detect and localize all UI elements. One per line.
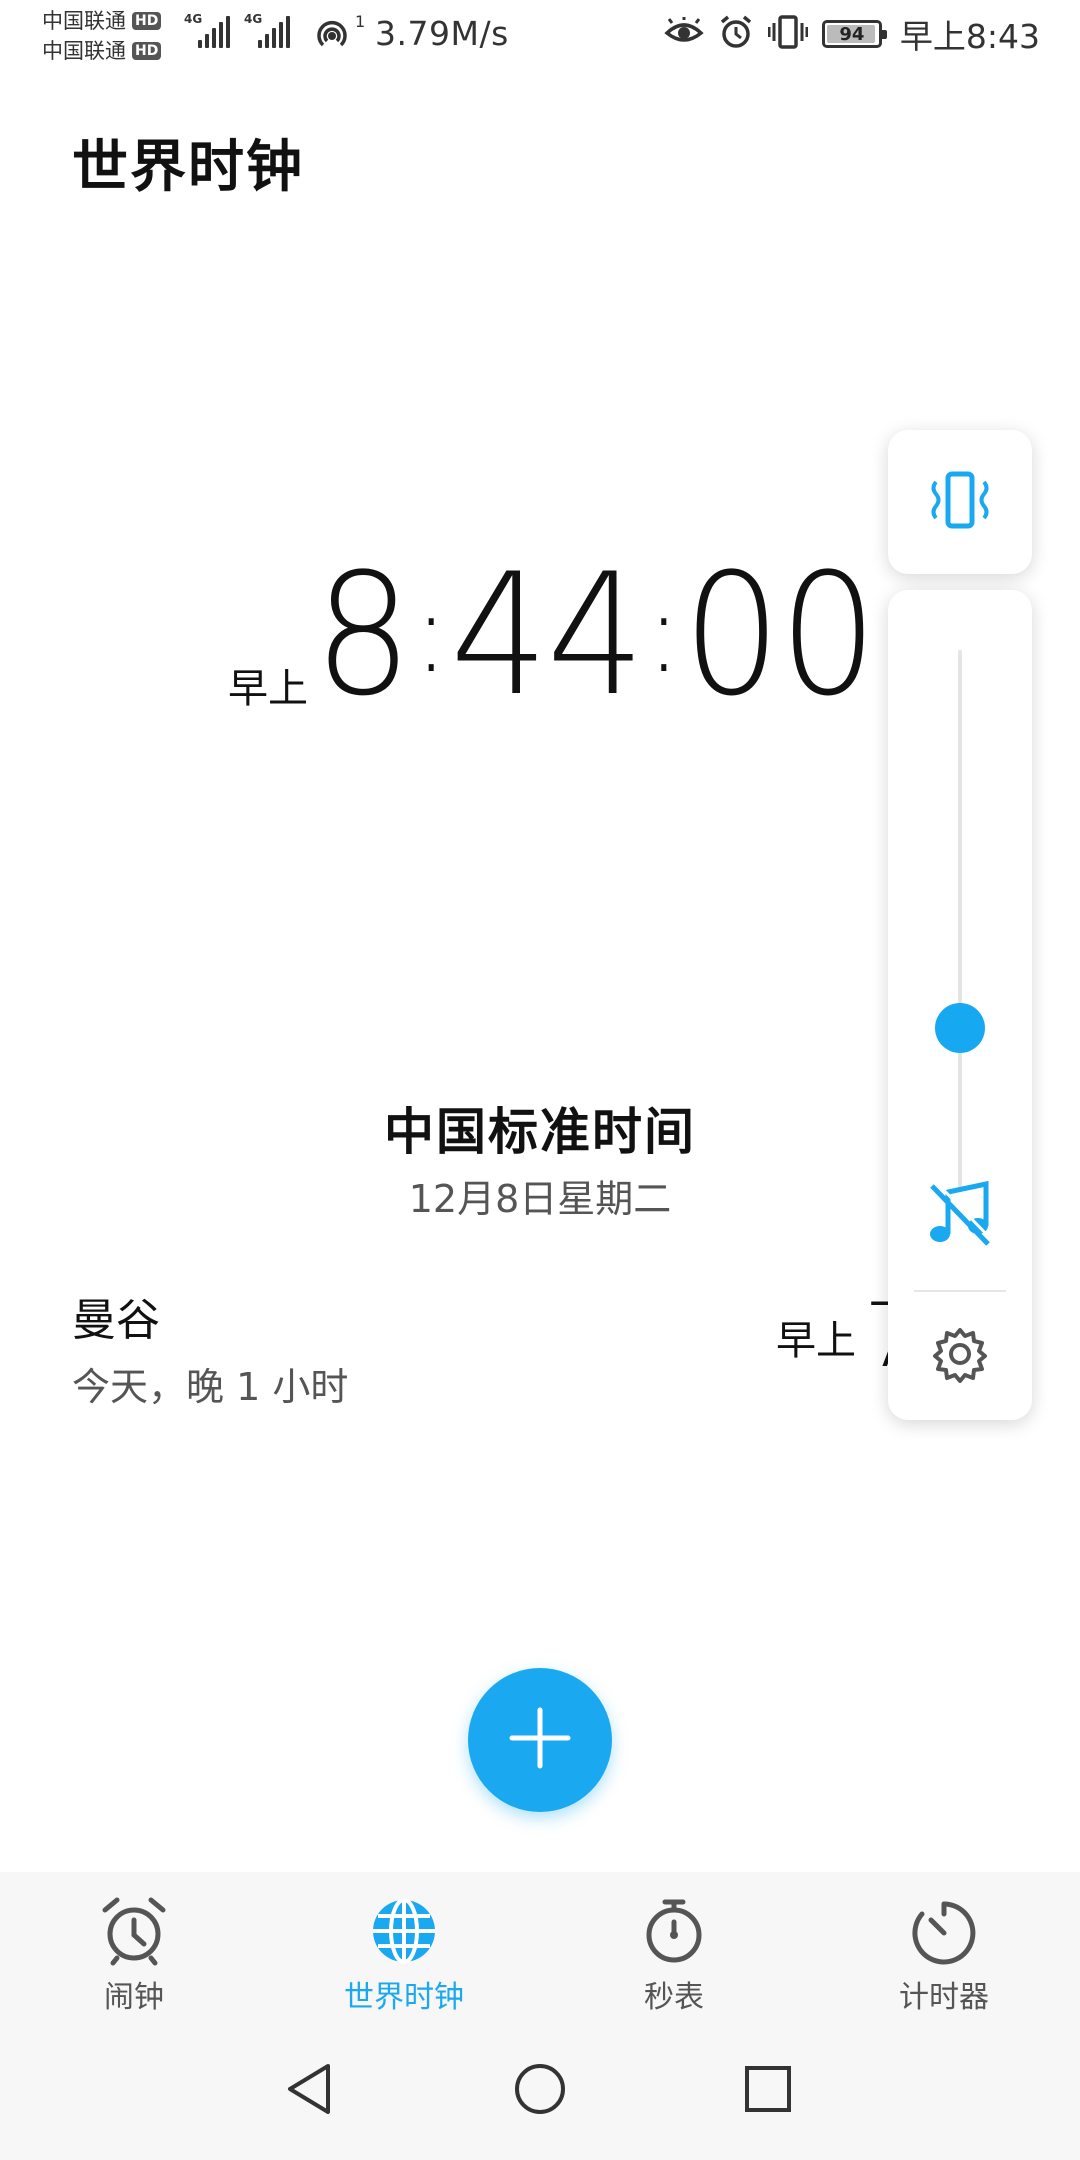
recents-button[interactable]	[733, 2056, 803, 2126]
globe-icon	[369, 1896, 439, 1966]
stopwatch-icon	[639, 1896, 709, 1966]
tab-stopwatch-label: 秒表	[644, 1980, 704, 2015]
main-clock-second: 00	[682, 537, 878, 733]
add-city-button[interactable]	[468, 1668, 612, 1812]
network-type-label-2: 4G	[244, 12, 263, 26]
main-clock-time: 8:44:00	[314, 551, 878, 730]
vibrate-icon	[767, 14, 809, 54]
back-button[interactable]	[274, 2056, 344, 2126]
battery-icon: 94	[821, 20, 887, 48]
network-type-label: 4G	[184, 12, 203, 26]
hotspot-icon	[312, 14, 352, 58]
page-title: 世界时钟	[72, 135, 304, 200]
hd-badge: HD	[132, 12, 162, 30]
signal-1-icon: 4G	[184, 12, 230, 48]
tab-timer[interactable]: 计时器	[844, 1872, 1044, 2022]
city-name: 曼谷	[72, 1295, 160, 1346]
hd-badge-2: HD	[132, 42, 162, 60]
gear-icon[interactable]	[930, 1324, 990, 1388]
main-clock-ampm: 早上	[228, 666, 308, 712]
timer-icon	[909, 1896, 979, 1966]
volume-panel	[888, 590, 1032, 1420]
alarm-clock-icon	[99, 1896, 169, 1966]
city-time-offset: 今天，晚 1 小时	[72, 1365, 349, 1409]
tab-bar: 闹钟 世界时钟 秒表 计时器	[0, 1872, 1080, 2022]
city-ampm: 早上	[776, 1318, 856, 1364]
home-button[interactable]	[505, 2056, 575, 2126]
navigation-bar	[0, 2022, 1080, 2160]
time-separator: :	[414, 569, 448, 697]
right-status-icons: 94 早上8:43	[664, 10, 1040, 58]
hotspot-count: 1	[355, 12, 366, 31]
carrier-1-label: 中国联通	[42, 9, 126, 33]
carrier-2-label: 中国联通	[42, 39, 126, 63]
divider	[914, 1290, 1006, 1292]
status-time: 早上8:43	[899, 17, 1040, 56]
battery-level: 94	[839, 23, 865, 45]
main-clock-hour: 8	[314, 537, 412, 733]
tab-alarm-label: 闹钟	[104, 1980, 164, 2015]
vibrate-mode-icon	[922, 470, 998, 534]
carrier-info: 中国联通 HD 中国联通 HD	[42, 6, 162, 66]
main-clock: 早上 8:44:00	[228, 551, 925, 730]
tab-timer-label: 计时器	[899, 1980, 989, 2015]
plus-icon	[508, 1706, 572, 1774]
music-muted-icon[interactable]	[926, 1178, 994, 1252]
tab-world-clock-label: 世界时钟	[344, 1980, 464, 2015]
back-icon	[284, 2062, 334, 2120]
signal-2-icon: 4G	[244, 12, 290, 48]
ringer-mode-button[interactable]	[888, 430, 1032, 574]
tab-alarm[interactable]: 闹钟	[34, 1872, 234, 2022]
alarm-icon	[718, 14, 754, 54]
volume-slider-track[interactable]	[958, 650, 962, 1190]
tab-stopwatch[interactable]: 秒表	[574, 1872, 774, 2022]
volume-slider-thumb[interactable]	[935, 1003, 985, 1053]
time-separator-2: :	[646, 569, 681, 697]
tab-world-clock[interactable]: 世界时钟	[304, 1872, 504, 2022]
home-icon	[513, 2062, 567, 2120]
recents-icon	[743, 2064, 793, 2118]
status-bar: 中国联通 HD 中国联通 HD 4G 4G 1 3.79M/s 94 早上8:4…	[0, 0, 1080, 70]
main-clock-minute: 44	[450, 537, 645, 733]
network-speed: 3.79M/s	[375, 14, 509, 53]
eye-comfort-icon	[664, 16, 704, 51]
signal-group: 4G 4G	[184, 12, 290, 48]
